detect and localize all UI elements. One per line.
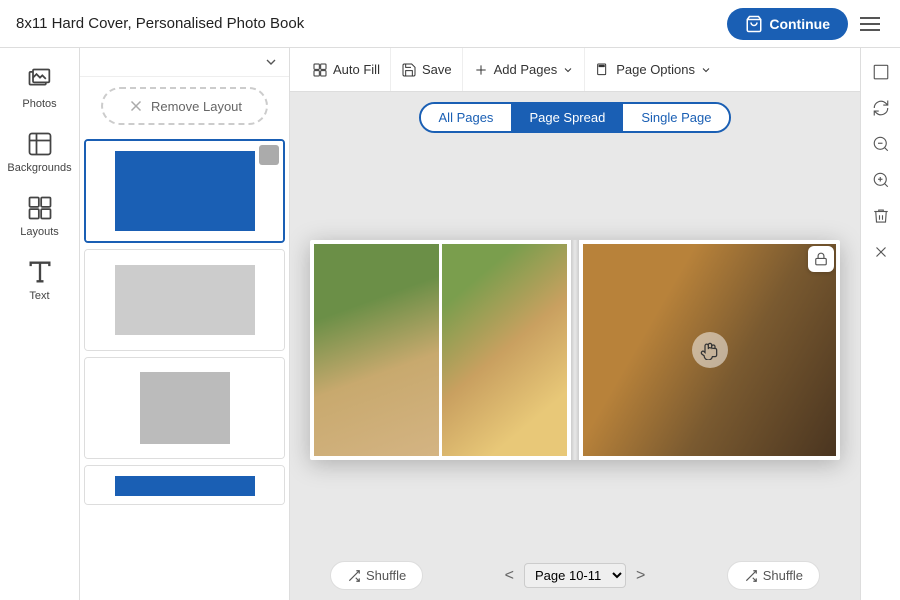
right-sidebar — [860, 48, 900, 600]
backgrounds-icon — [26, 130, 54, 158]
layouts-list — [80, 135, 289, 600]
app-title: 8x11 Hard Cover, Personalised Photo Book — [16, 15, 304, 32]
left-shuffle-button[interactable]: Shuffle — [330, 561, 423, 590]
chevron-down-icon — [700, 64, 712, 76]
page-options-button[interactable]: Page Options — [585, 48, 722, 91]
main-area: Auto Fill Save Add Pages — [290, 48, 860, 600]
photo-slot-1[interactable] — [314, 244, 439, 456]
rotate-icon — [872, 99, 890, 117]
close-icon — [872, 243, 890, 261]
auto-fill-button[interactable]: Auto Fill — [302, 48, 391, 91]
sidebar-item-layouts[interactable]: Layouts — [0, 184, 79, 248]
book-spine — [571, 240, 579, 460]
save-button[interactable]: Save — [391, 48, 463, 91]
cart-icon — [745, 15, 763, 33]
zoom-in-tool[interactable] — [865, 164, 897, 196]
panel-dropdown — [80, 48, 289, 77]
rotate-tool[interactable] — [865, 92, 897, 124]
book-area — [290, 139, 860, 551]
remove-layout-button[interactable]: Remove Layout — [101, 87, 268, 125]
lock-badge[interactable] — [808, 246, 834, 272]
sidebar-item-photos[interactable]: Photos — [0, 56, 79, 120]
bottom-controls: Shuffle < Page 10-11 Page 8-9 Page 12-13… — [290, 551, 860, 600]
toggle-group: All Pages Page Spread Single Page — [419, 102, 732, 133]
next-page-button[interactable]: > — [632, 567, 649, 585]
shuffle-icon — [347, 569, 361, 583]
book-left-page[interactable] — [310, 240, 571, 460]
lock-icon — [814, 252, 828, 266]
page-options-icon — [595, 62, 611, 78]
list-item[interactable] — [84, 139, 285, 243]
sidebar-item-text[interactable]: Text — [0, 248, 79, 312]
page-spread-toggle[interactable]: Page Spread — [511, 104, 623, 131]
layout-preview-gray-full — [85, 250, 284, 350]
list-item[interactable] — [84, 357, 285, 459]
add-pages-button[interactable]: Add Pages — [463, 48, 586, 91]
shuffle-icon — [744, 569, 758, 583]
text-icon — [26, 258, 54, 286]
book-spread — [310, 240, 840, 460]
auto-fill-icon — [312, 62, 328, 78]
layout-preview-gray-portrait — [85, 358, 284, 458]
header-actions: Continue — [727, 8, 884, 40]
single-page-toggle[interactable]: Single Page — [623, 104, 729, 131]
hand-cursor-overlay — [692, 332, 728, 368]
close-x-icon — [127, 97, 145, 115]
photo-slot-3[interactable] — [583, 244, 836, 456]
crop-icon — [872, 63, 890, 81]
page-navigation: < Page 10-11 Page 8-9 Page 12-13 > — [501, 563, 650, 588]
toolbar: Auto Fill Save Add Pages — [290, 48, 860, 92]
zoom-in-icon — [872, 171, 890, 189]
view-toggle: All Pages Page Spread Single Page — [290, 92, 860, 139]
prev-page-button[interactable]: < — [501, 567, 518, 585]
photos-icon — [26, 66, 54, 94]
header: 8x11 Hard Cover, Personalised Photo Book… — [0, 0, 900, 48]
list-item[interactable] — [84, 465, 285, 505]
body: Photos Backgrounds Layouts Text — [0, 48, 900, 600]
crop-tool[interactable] — [865, 56, 897, 88]
zoom-out-icon — [872, 135, 890, 153]
zoom-out-tool[interactable] — [865, 128, 897, 160]
add-pages-icon — [473, 62, 489, 78]
sidebar: Photos Backgrounds Layouts Text — [0, 48, 80, 600]
chevron-down-icon — [263, 54, 279, 70]
continue-button[interactable]: Continue — [727, 8, 848, 40]
layouts-icon — [26, 194, 54, 222]
menu-button[interactable] — [856, 9, 884, 39]
all-pages-toggle[interactable]: All Pages — [421, 104, 512, 131]
hand-icon — [700, 340, 720, 360]
photo-slot-2[interactable] — [442, 244, 567, 456]
page-select[interactable]: Page 10-11 Page 8-9 Page 12-13 — [524, 563, 626, 588]
save-icon — [401, 62, 417, 78]
book-right-page[interactable] — [579, 240, 840, 460]
delete-tool[interactable] — [865, 200, 897, 232]
scroll-indicator — [259, 145, 279, 165]
layout-preview-blue-strip — [85, 466, 284, 505]
layout-preview-blue-full — [86, 141, 283, 241]
sidebar-item-backgrounds[interactable]: Backgrounds — [0, 120, 79, 184]
chevron-down-icon — [562, 64, 574, 76]
trash-icon — [872, 207, 890, 225]
list-item[interactable] — [84, 249, 285, 351]
close-tool[interactable] — [865, 236, 897, 268]
layouts-panel: Remove Layout — [80, 48, 290, 600]
right-shuffle-button[interactable]: Shuffle — [727, 561, 820, 590]
